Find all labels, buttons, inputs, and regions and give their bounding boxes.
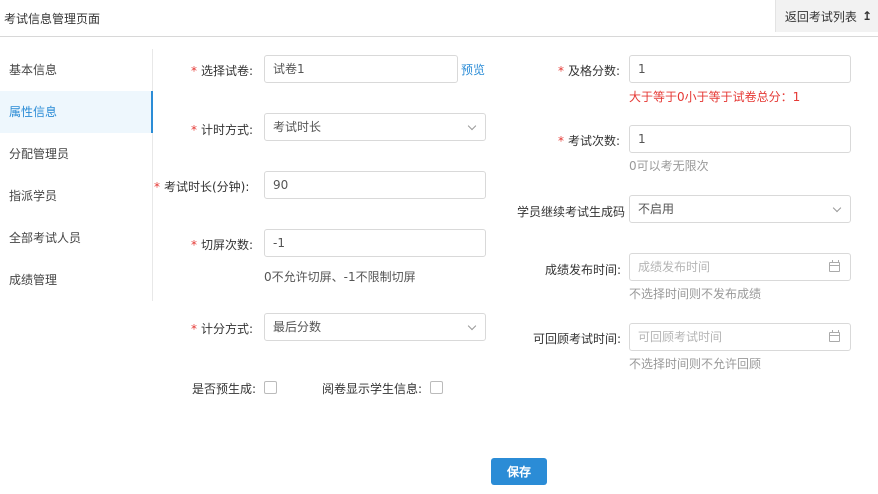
sidebar-item-label: 指派学员 bbox=[9, 189, 58, 203]
timing-mode-value: 考试时长 bbox=[273, 120, 322, 134]
pass-score-error: 大于等于0小于等于试卷总分：1 bbox=[629, 90, 801, 104]
timing-mode-select[interactable]: 考试时长 bbox=[264, 113, 486, 141]
required-mark: * bbox=[558, 134, 564, 148]
switch-count-input[interactable]: -1 bbox=[264, 229, 486, 257]
score-mode-select[interactable]: 最后分数 bbox=[264, 313, 486, 341]
pass-score-label-text: 及格分数: bbox=[568, 64, 621, 78]
review-time-placeholder: 可回顾考试时间 bbox=[638, 330, 723, 344]
switch-count-label: * 切屏次数: bbox=[191, 236, 253, 253]
calendar-icon bbox=[829, 330, 840, 342]
duration-input[interactable]: 90 bbox=[264, 171, 486, 199]
attempts-hint: 0可以考无限次 bbox=[629, 159, 709, 173]
sidebar-item-label: 成绩管理 bbox=[9, 273, 58, 287]
page-title: 考试信息管理页面 bbox=[4, 12, 101, 26]
continue-score-label: 学员继续考试生成码 bbox=[517, 205, 626, 219]
sidebar-item-label: 基本信息 bbox=[9, 63, 58, 77]
paper-label: * 选择试卷: bbox=[191, 62, 253, 79]
sidebar-item-attribute-info[interactable]: 属性信息 bbox=[0, 91, 153, 133]
show-student-info-checkbox[interactable] bbox=[430, 381, 443, 394]
required-mark: * bbox=[154, 180, 160, 194]
timing-mode-label: * 计时方式: bbox=[191, 121, 253, 138]
publish-time-label: 成绩发布时间: bbox=[545, 263, 622, 277]
review-time-hint: 不选择时间则不允许回顾 bbox=[629, 357, 762, 371]
required-mark: * bbox=[191, 64, 197, 78]
attempts-input[interactable]: 1 bbox=[629, 125, 851, 153]
chevron-down-icon bbox=[467, 321, 477, 331]
review-time-picker[interactable]: 可回顾考试时间 bbox=[629, 323, 851, 351]
calendar-icon bbox=[829, 260, 840, 272]
paper-input[interactable]: 试卷1 bbox=[264, 55, 458, 83]
publish-time-hint: 不选择时间则不发布成绩 bbox=[629, 287, 762, 301]
required-mark: * bbox=[191, 238, 197, 252]
sidebar-item-all-examinees[interactable]: 全部考试人员 bbox=[0, 217, 152, 259]
score-mode-label: * 计分方式: bbox=[191, 320, 253, 337]
required-mark: * bbox=[558, 64, 564, 78]
sidebar-item-label: 全部考试人员 bbox=[9, 231, 82, 245]
required-mark: * bbox=[191, 123, 197, 137]
back-button-label: 返回考试列表 bbox=[784, 9, 857, 24]
sidebar-item-basic-info[interactable]: 基本信息 bbox=[0, 49, 152, 91]
score-mode-value: 最后分数 bbox=[273, 320, 322, 334]
pre-generate-label: 是否预生成: bbox=[192, 382, 257, 396]
sidebar-item-score-management[interactable]: 成绩管理 bbox=[0, 259, 152, 301]
sidebar-item-label: 属性信息 bbox=[9, 105, 58, 119]
publish-time-picker[interactable]: 成绩发布时间 bbox=[629, 253, 851, 281]
back-to-exam-list-button[interactable]: 返回考试列表 ↥ bbox=[774, 0, 878, 32]
timing-mode-label-text: 计时方式: bbox=[201, 123, 254, 137]
pass-score-label: * 及格分数: bbox=[558, 62, 620, 79]
duration-label: * 考试时长(分钟): bbox=[154, 178, 249, 195]
switch-count-hint: 0不允许切屏、-1不限制切屏 bbox=[264, 270, 416, 284]
pre-generate-checkbox[interactable] bbox=[264, 381, 277, 394]
sidebar-item-assign-students[interactable]: 指派学员 bbox=[0, 175, 152, 217]
sidebar-item-assign-admin[interactable]: 分配管理员 bbox=[0, 133, 152, 175]
attempts-label-text: 考试次数: bbox=[568, 134, 621, 148]
required-mark: * bbox=[191, 322, 197, 336]
publish-time-placeholder: 成绩发布时间 bbox=[638, 260, 711, 274]
save-button[interactable]: 保存 bbox=[491, 458, 547, 485]
back-arrow-icon: ↥ bbox=[861, 9, 872, 23]
pass-score-input[interactable]: 1 bbox=[629, 55, 851, 83]
duration-label-text: 考试时长(分钟): bbox=[164, 180, 250, 194]
continue-score-select[interactable]: 不启用 bbox=[629, 195, 851, 223]
page-header: 考试信息管理页面 返回考试列表 ↥ bbox=[0, 0, 878, 37]
chevron-down-icon bbox=[832, 203, 842, 213]
chevron-down-icon bbox=[467, 121, 477, 131]
attempts-label: * 考试次数: bbox=[558, 132, 620, 149]
sidebar: 基本信息 属性信息 分配管理员 指派学员 全部考试人员 成绩管理 bbox=[0, 49, 153, 301]
continue-score-value: 不启用 bbox=[638, 202, 675, 216]
preview-link[interactable]: 预览 bbox=[461, 61, 485, 78]
show-student-info-label: 阅卷显示学生信息: bbox=[322, 382, 423, 396]
score-mode-label-text: 计分方式: bbox=[201, 322, 254, 336]
paper-label-text: 选择试卷: bbox=[201, 64, 254, 78]
sidebar-item-label: 分配管理员 bbox=[9, 147, 70, 161]
switch-count-label-text: 切屏次数: bbox=[201, 238, 254, 252]
review-time-label: 可回顾考试时间: bbox=[533, 332, 622, 346]
